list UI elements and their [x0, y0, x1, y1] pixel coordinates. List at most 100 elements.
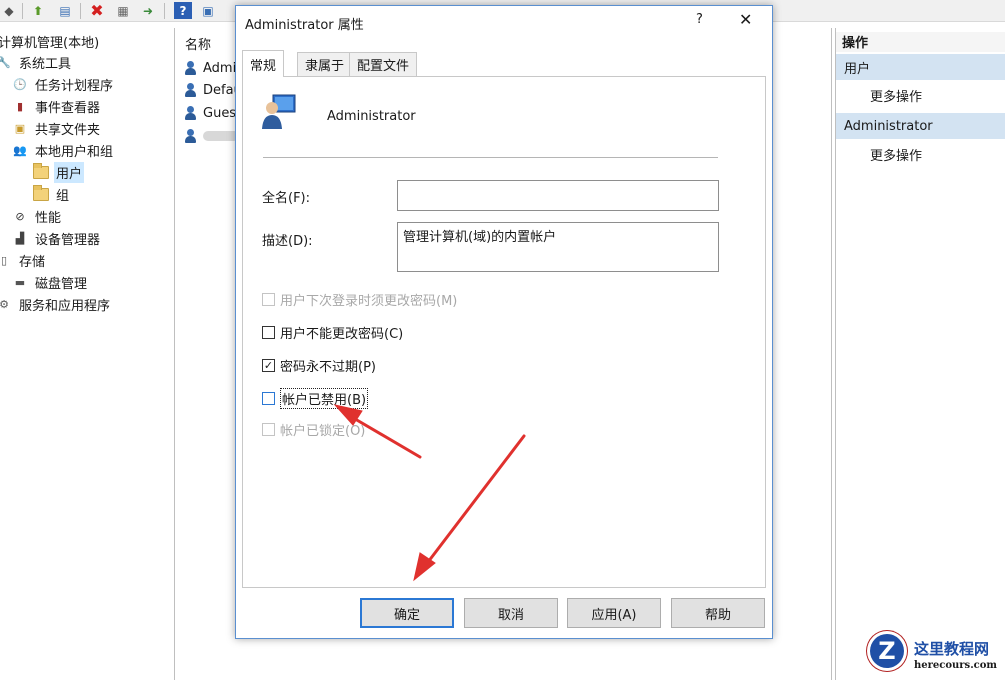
- tree-item-task-scheduler[interactable]: 🕒 任务计划程序: [12, 74, 115, 94]
- cancel-button[interactable]: 取消: [464, 598, 558, 628]
- list-item[interactable]: Gues: [183, 103, 236, 123]
- watermark-logo: Z: [870, 634, 904, 668]
- checkbox-label: 帐户已禁用(B): [280, 387, 369, 409]
- properties-icon[interactable]: ▦: [114, 2, 132, 19]
- export-icon[interactable]: ➜: [139, 2, 157, 19]
- tree-item-services-apps[interactable]: ⚙ 服务和应用程序: [0, 294, 112, 314]
- users-group-icon: 👥: [13, 143, 27, 157]
- device-manager-icon: ▟: [15, 231, 25, 245]
- tree-item-label: 服务和应用程序: [19, 298, 111, 314]
- checkbox-label: 用户不能更改密码(C): [280, 326, 404, 342]
- toolbar-separator: [164, 3, 165, 19]
- tree-item-storage[interactable]: ▯ 存储: [0, 250, 47, 270]
- checkbox-box[interactable]: [262, 391, 275, 405]
- checkbox-label: 帐户已锁定(O): [280, 423, 366, 439]
- checkbox-label: 密码永不过期(P): [280, 359, 376, 375]
- ok-button[interactable]: 确定: [360, 598, 454, 628]
- checkbox-account-locked[interactable]: 帐户已锁定(O): [262, 420, 366, 439]
- apply-button[interactable]: 应用(A): [567, 598, 661, 628]
- show-hide-tree-icon[interactable]: ▤: [56, 2, 74, 19]
- services-icon: ⚙: [0, 297, 9, 311]
- actions-pane: 操作 用户 更多操作 Administrator 更多操作: [835, 28, 1005, 680]
- list-item-label: Gues: [203, 105, 237, 121]
- tree-item-label: 存储: [19, 254, 46, 270]
- fullname-label: 全名(F):: [262, 191, 311, 206]
- storage-icon: ▯: [0, 253, 8, 267]
- description-label: 描述(D):: [262, 234, 313, 249]
- tree-item-device-manager[interactable]: ▟ 设备管理器: [12, 228, 102, 248]
- tree-item-disk-management[interactable]: ▬ 磁盘管理: [12, 272, 89, 292]
- watermark-url: herecours.com: [914, 660, 998, 671]
- user-icon: [183, 60, 199, 76]
- description-input[interactable]: 管理计算机(域)的内置帐户: [397, 222, 719, 272]
- tree-item-label: 磁盘管理: [35, 276, 88, 292]
- tree-item-label: 组: [56, 188, 70, 204]
- checkbox-label: 用户下次登录时须更改密码(M): [280, 293, 458, 309]
- checkbox-must-change-password[interactable]: 用户下次登录时须更改密码(M): [262, 290, 458, 309]
- performance-icon: ⊘: [15, 209, 25, 223]
- tree-item-label: 本地用户和组: [35, 144, 114, 160]
- general-tab-panel: Administrator 全名(F): 描述(D): 管理计算机(域)的内置帐…: [242, 76, 766, 588]
- user-icon: [183, 128, 199, 144]
- checkmark-icon[interactable]: ✓: [262, 358, 275, 372]
- tab-member-of[interactable]: 隶属于: [297, 52, 353, 76]
- watermark-title: 这里教程网: [914, 640, 990, 658]
- properties-dialog: Administrator 属性 ? ✕ 常规 隶属于 配置文件 Adminis…: [235, 5, 773, 639]
- checkbox-box[interactable]: [262, 325, 275, 339]
- folder-icon: [33, 162, 49, 180]
- tab-general[interactable]: 常规: [242, 50, 285, 77]
- help-icon[interactable]: ?: [174, 2, 192, 19]
- checkbox-account-disabled[interactable]: 帐户已禁用(B): [262, 387, 369, 409]
- actions-title: 操作: [836, 32, 1005, 52]
- divider: [263, 157, 718, 158]
- toolbar-separator: [22, 3, 23, 19]
- list-item[interactable]: Admi: [183, 58, 236, 78]
- tools-icon: 🔧: [0, 55, 11, 69]
- help-icon[interactable]: ?: [696, 12, 703, 27]
- more-actions-link[interactable]: 更多操作: [870, 145, 922, 164]
- tree-root-label: 计算机管理(本地): [0, 35, 100, 51]
- list-item[interactable]: [183, 126, 239, 146]
- tree-item-performance[interactable]: ⊘ 性能: [12, 206, 63, 226]
- folder-icon: [33, 184, 49, 202]
- back-icon[interactable]: ◆: [0, 2, 18, 19]
- console-tree: 计算机管理(本地) 🔧 系统工具 🕒 任务计划程序 ▮ 事件查看器 ▣ 共享文件…: [0, 28, 175, 680]
- close-icon[interactable]: ✕: [739, 10, 752, 29]
- checkbox-password-never-expires[interactable]: ✓ 密码永不过期(P): [262, 356, 376, 375]
- console-icon[interactable]: ▣: [199, 2, 217, 19]
- user-icon: [183, 82, 199, 98]
- tree-item-label: 系统工具: [19, 56, 72, 72]
- tab-profile[interactable]: 配置文件: [349, 52, 418, 76]
- checkbox-cannot-change-password[interactable]: 用户不能更改密码(C): [262, 323, 404, 342]
- user-icon: [183, 105, 199, 121]
- tree-item-local-users-groups[interactable]: 👥 本地用户和组: [12, 140, 115, 160]
- account-name: Administrator: [327, 109, 416, 124]
- actions-section-administrator[interactable]: Administrator: [836, 113, 1005, 139]
- checkbox-box[interactable]: [262, 422, 275, 436]
- tree-item-groups[interactable]: 组: [33, 184, 71, 204]
- disk-icon: ▬: [14, 275, 26, 289]
- help-button[interactable]: 帮助: [671, 598, 765, 628]
- tree-item-system-tools[interactable]: 🔧 系统工具: [0, 52, 73, 72]
- site-watermark: Z 这里教程网 herecours.com: [852, 632, 1005, 680]
- tree-item-event-viewer[interactable]: ▮ 事件查看器: [12, 96, 102, 116]
- toolbar-separator: [80, 3, 81, 19]
- tree-root[interactable]: 计算机管理(本地): [0, 31, 101, 51]
- actions-section-users[interactable]: 用户: [836, 54, 1005, 80]
- fullname-input[interactable]: [397, 180, 719, 211]
- tree-item-label: 用户: [54, 161, 85, 183]
- tree-item-shared-folders[interactable]: ▣ 共享文件夹: [12, 118, 102, 138]
- column-header-name[interactable]: 名称: [185, 34, 211, 53]
- tree-item-users[interactable]: 用户: [33, 161, 85, 183]
- clock-icon: 🕒: [13, 77, 27, 91]
- list-item[interactable]: Defau: [183, 80, 242, 100]
- delete-icon[interactable]: ✖: [88, 1, 106, 20]
- event-viewer-icon: ▮: [16, 99, 24, 113]
- checkbox-box[interactable]: [262, 292, 275, 306]
- user-account-icon: [262, 94, 296, 129]
- tree-item-label: 任务计划程序: [35, 78, 114, 94]
- more-actions-link[interactable]: 更多操作: [870, 86, 922, 105]
- folder-up-icon[interactable]: ⬆: [29, 2, 47, 19]
- list-item-label: Admi: [203, 60, 237, 76]
- shared-folder-icon: ▣: [14, 121, 26, 135]
